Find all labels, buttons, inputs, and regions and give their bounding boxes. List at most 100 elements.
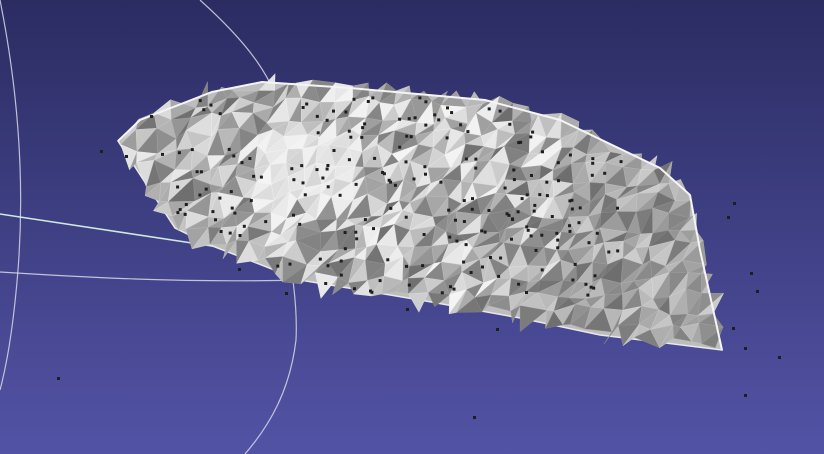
point-cloud-point: [499, 256, 503, 260]
point-cloud-point: [568, 153, 572, 157]
point-cloud-point: [404, 215, 408, 219]
point-cloud-point: [487, 209, 491, 212]
point-cloud-point: [349, 135, 353, 139]
point-cloud-point: [418, 96, 422, 100]
point-cloud-point: [332, 149, 336, 152]
point-cloud-point: [778, 356, 781, 359]
point-cloud-point: [483, 230, 487, 234]
point-cloud-point: [219, 230, 223, 233]
point-cloud-point: [190, 148, 194, 152]
point-cloud-point: [211, 210, 215, 214]
point-cloud-point: [389, 180, 393, 184]
point-cloud-point: [360, 135, 364, 139]
point-cloud-point: [619, 160, 623, 164]
point-cloud-point: [405, 134, 409, 138]
point-cloud-point: [449, 285, 452, 289]
point-cloud-point: [471, 197, 474, 201]
point-cloud-point: [252, 174, 256, 178]
point-cloud-point: [445, 136, 449, 140]
point-cloud-point: [407, 117, 411, 121]
point-cloud-point: [382, 172, 386, 176]
point-cloud-point: [462, 220, 466, 223]
point-cloud-point: [198, 99, 202, 103]
point-cloud-point: [520, 197, 524, 201]
point-cloud-point: [496, 328, 499, 331]
point-cloud-point: [325, 167, 329, 171]
point-cloud-point: [177, 151, 181, 155]
point-cloud-point: [161, 152, 164, 156]
point-cloud-point: [517, 282, 521, 286]
point-cloud-point: [413, 116, 417, 120]
point-cloud-point: [316, 131, 320, 135]
point-cloud-point: [372, 227, 375, 231]
point-cloud-point: [292, 213, 295, 217]
point-cloud-point: [343, 247, 347, 251]
point-cloud-point: [288, 262, 292, 266]
point-cloud-point: [386, 258, 390, 262]
point-cloud-point: [497, 274, 501, 278]
point-cloud-point: [440, 291, 444, 295]
point-cloud-point: [571, 278, 575, 282]
point-cloud-point: [591, 161, 595, 165]
point-cloud-point: [315, 168, 319, 172]
point-cloud-point: [100, 150, 103, 153]
point-cloud-point: [529, 135, 533, 139]
point-cloud-point: [577, 221, 581, 225]
point-cloud-point: [448, 235, 452, 239]
point-cloud-point: [512, 178, 516, 182]
point-cloud-point: [264, 220, 268, 224]
point-cloud-point: [303, 193, 307, 197]
point-cloud-point: [586, 293, 590, 297]
point-cloud-point: [332, 109, 335, 113]
point-cloud-point: [233, 211, 237, 215]
point-cloud-point: [422, 233, 426, 236]
point-cloud-point: [326, 164, 330, 167]
point-cloud-point: [570, 207, 574, 211]
point-cloud-point: [516, 210, 520, 214]
point-cloud-point: [176, 211, 180, 215]
point-cloud-point: [616, 249, 620, 253]
point-cloud-point: [545, 180, 549, 184]
point-cloud-point: [301, 106, 305, 109]
point-cloud-point: [232, 154, 236, 158]
point-cloud-point: [530, 174, 533, 177]
point-cloud-point: [326, 185, 330, 189]
point-cloud-point: [318, 257, 322, 261]
point-cloud-point: [744, 347, 747, 350]
point-cloud-point: [424, 100, 428, 104]
point-cloud-point: [369, 289, 372, 293]
point-cloud-point: [218, 196, 222, 200]
point-cloud-point: [556, 238, 560, 242]
point-cloud-point: [230, 206, 234, 210]
point-cloud-point: [462, 260, 466, 264]
point-cloud-point: [556, 246, 560, 250]
point-cloud-point: [338, 193, 342, 197]
point-cloud-point: [248, 157, 252, 160]
point-cloud-point: [525, 193, 529, 197]
point-cloud-point: [344, 110, 348, 114]
point-cloud-point: [587, 241, 591, 245]
point-cloud-point: [589, 285, 593, 289]
point-cloud-point: [423, 165, 427, 169]
point-cloud-point: [183, 212, 187, 216]
point-cloud-point: [439, 180, 443, 184]
point-cloud-point: [292, 178, 296, 182]
point-cloud-point: [361, 126, 365, 130]
point-cloud-point: [525, 291, 528, 294]
viewport-canvas[interactable]: [0, 0, 824, 454]
point-cloud-point: [184, 203, 188, 206]
point-cloud-point: [466, 130, 470, 134]
point-cloud-point: [347, 129, 351, 133]
point-cloud-point: [218, 112, 222, 116]
point-cloud-point: [540, 233, 544, 237]
point-cloud-point: [556, 161, 560, 165]
3d-viewport[interactable]: [0, 0, 824, 454]
point-cloud-point: [470, 207, 474, 211]
point-cloud-point: [424, 123, 428, 127]
point-cloud-point: [238, 268, 241, 271]
point-cloud-point: [199, 170, 203, 174]
point-cloud-point: [550, 215, 554, 218]
point-cloud-point: [366, 100, 370, 103]
point-cloud-point: [454, 218, 457, 222]
point-cloud-point: [437, 118, 441, 122]
